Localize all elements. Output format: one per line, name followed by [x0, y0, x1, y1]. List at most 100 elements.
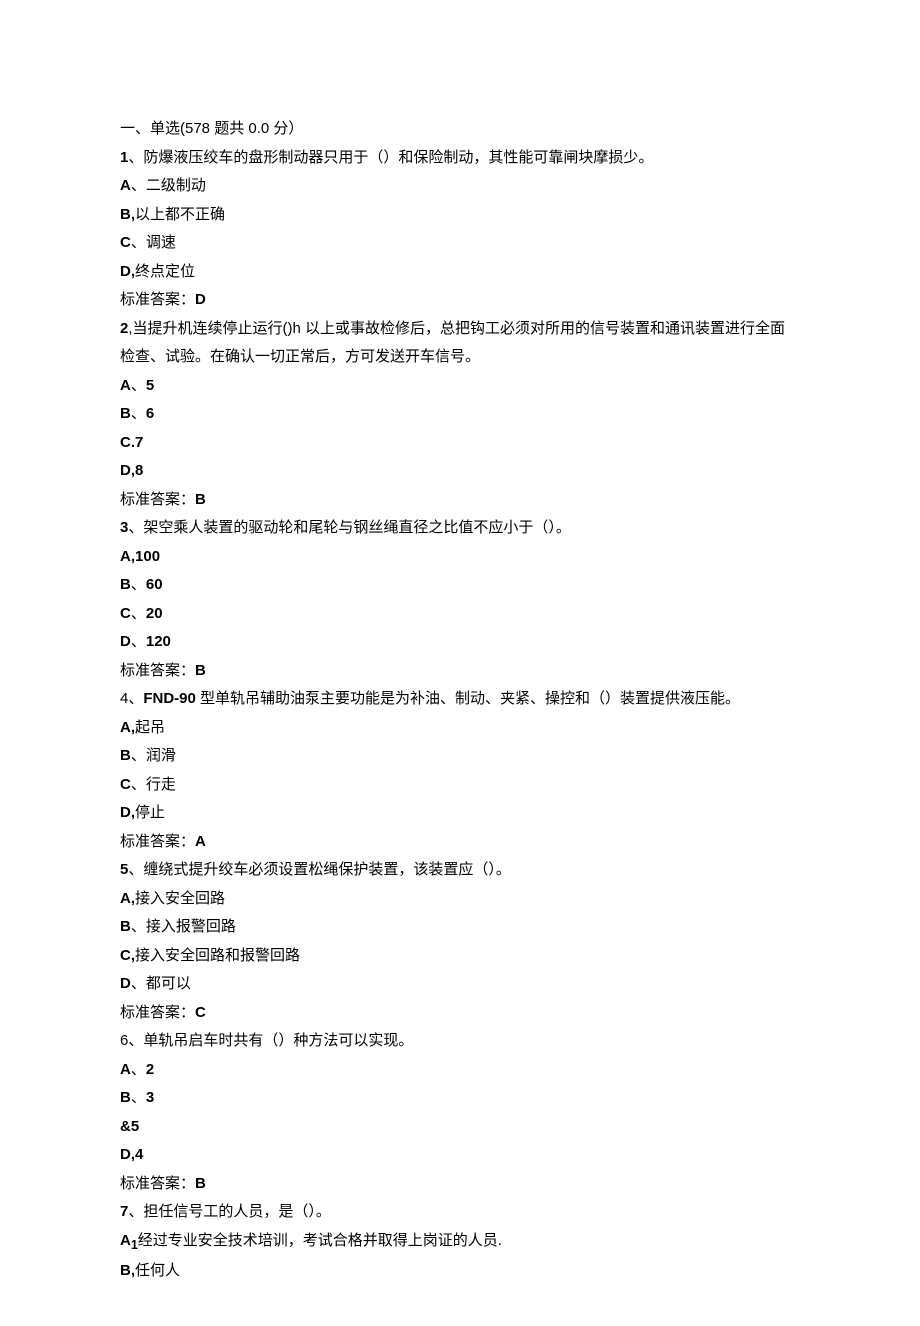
option-3C: C、20	[120, 600, 800, 629]
option-label: &	[120, 1118, 131, 1135]
option-3A: A,100	[120, 543, 800, 572]
option-label: C	[120, 776, 131, 793]
option-5A: A,接入安全回路	[120, 885, 800, 914]
option-label: D	[120, 804, 131, 821]
option-label: A	[120, 377, 131, 394]
option-sep: 、	[131, 747, 146, 764]
answer-6: 标准答案：B	[120, 1170, 800, 1199]
option-5C: C,接入安全回路和报警回路	[120, 942, 800, 971]
option-6C: &5	[120, 1113, 800, 1142]
option-text: 7	[135, 434, 143, 451]
question-text: ,当提升机连续停止运行()h 以上或事故检修后，总把钩工必须对所用的信号装置和通…	[120, 320, 785, 366]
option-1B: B,以上都不正确	[120, 201, 800, 230]
option-6B: B、3	[120, 1084, 800, 1113]
option-sep: 、	[131, 633, 146, 650]
option-label: A	[120, 1061, 131, 1078]
question-bold: FND-90	[143, 690, 196, 707]
option-text: 调速	[146, 234, 176, 251]
option-3B: B、60	[120, 571, 800, 600]
answer-3: 标准答案：B	[120, 657, 800, 686]
option-text: 60	[146, 576, 163, 593]
option-text: 接入报警回路	[146, 918, 236, 935]
option-label: A	[120, 719, 131, 736]
option-sep: 、	[131, 776, 146, 793]
option-3D: D、120	[120, 628, 800, 657]
option-label: B	[120, 405, 131, 422]
option-text: 20	[146, 605, 163, 622]
option-sep: 、	[131, 1061, 146, 1078]
option-4A: A,起吊	[120, 714, 800, 743]
option-label: B	[120, 576, 131, 593]
option-text: 二级制动	[146, 177, 206, 194]
option-sep: 、	[131, 177, 146, 194]
option-text: 5	[131, 1118, 139, 1135]
answer-label: 标准答案：	[120, 1004, 195, 1021]
option-2D: D,8	[120, 457, 800, 486]
option-text: 6	[146, 405, 154, 422]
answer-value: C	[195, 1004, 206, 1021]
option-label: C	[120, 234, 131, 251]
option-1D: D,终点定位	[120, 258, 800, 287]
question-7: 7、担任信号工的人员，是（）。	[120, 1198, 800, 1227]
question-text: 、单轨吊启车时共有（）种方法可以实现。	[128, 1032, 413, 1049]
option-sep: 、	[131, 576, 146, 593]
option-7B: B,任何人	[120, 1257, 800, 1286]
option-text: 4	[135, 1146, 143, 1163]
answer-5: 标准答案：C	[120, 999, 800, 1028]
answer-label: 标准答案：	[120, 491, 195, 508]
option-5D: D、都可以	[120, 970, 800, 999]
option-label: B	[120, 918, 131, 935]
option-text: 行走	[146, 776, 176, 793]
option-label: C	[120, 605, 131, 622]
answer-2: 标准答案：B	[120, 486, 800, 515]
answer-value: D	[195, 291, 206, 308]
option-text: 任何人	[135, 1262, 180, 1279]
option-text: 120	[146, 633, 171, 650]
option-label: D	[120, 263, 131, 280]
option-sep: 、	[131, 234, 146, 251]
option-label: B	[120, 1089, 131, 1106]
question-1: 1、防爆液压绞车的盘形制动器只用于（）和保险制动，其性能可靠闸块摩损少。	[120, 144, 800, 173]
question-6: 6、单轨吊启车时共有（）种方法可以实现。	[120, 1027, 800, 1056]
answer-label: 标准答案：	[120, 833, 195, 850]
question-suffix: 型单轨吊辅助油泵主要功能是为补油、制动、夹紧、操控和（）装置提供液压能。	[196, 690, 740, 707]
option-text: 终点定位	[135, 263, 195, 280]
option-6D: D,4	[120, 1141, 800, 1170]
option-4C: C、行走	[120, 771, 800, 800]
option-label: B	[120, 206, 131, 223]
option-label: A	[120, 548, 131, 565]
option-label: A	[120, 890, 131, 907]
option-text: 停止	[135, 804, 165, 821]
answer-value: A	[195, 833, 206, 850]
question-5: 5、缠绕式提升绞车必须设置松绳保护装置，该装置应（）。	[120, 856, 800, 885]
option-label: D	[120, 1146, 131, 1163]
question-text: 、防爆液压绞车的盘形制动器只用于（）和保险制动，其性能可靠闸块摩损少。	[128, 149, 653, 166]
option-4D: D,停止	[120, 799, 800, 828]
answer-value: B	[195, 662, 206, 679]
option-2B: B、6	[120, 400, 800, 429]
option-label: D	[120, 975, 131, 992]
option-label: C	[120, 947, 131, 964]
option-1C: C、调速	[120, 229, 800, 258]
answer-1: 标准答案：D	[120, 286, 800, 315]
option-2C: C.7	[120, 429, 800, 458]
option-text: 100	[135, 548, 160, 565]
option-6A: A、2	[120, 1056, 800, 1085]
answer-label: 标准答案：	[120, 662, 195, 679]
option-label: D	[120, 462, 131, 479]
option-text: 3	[146, 1089, 154, 1106]
option-text: 润滑	[146, 747, 176, 764]
option-text: 都可以	[146, 975, 191, 992]
option-2A: A、5	[120, 372, 800, 401]
option-text: 接入安全回路和报警回路	[135, 947, 300, 964]
option-label: A	[120, 177, 131, 194]
option-label: C	[120, 434, 131, 451]
option-1A: A、二级制动	[120, 172, 800, 201]
question-text: 、担任信号工的人员，是（）。	[128, 1203, 331, 1220]
question-3: 3、架空乘人装置的驱动轮和尾轮与钢丝绳直径之比值不应小于（）。	[120, 514, 800, 543]
answer-4: 标准答案：A	[120, 828, 800, 857]
option-text: 接入安全回路	[135, 890, 225, 907]
answer-value: B	[195, 1175, 206, 1192]
option-sep: 、	[131, 918, 146, 935]
option-text: 以上都不正确	[135, 206, 225, 223]
